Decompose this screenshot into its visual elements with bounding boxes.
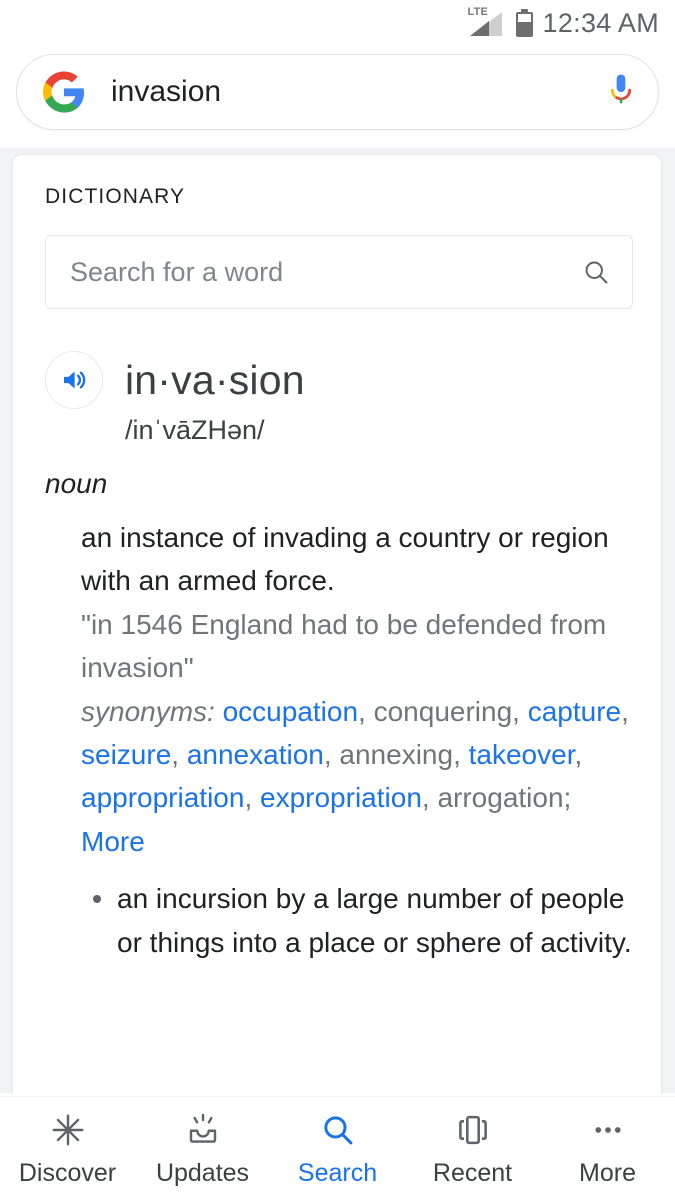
nav-label: Discover [18, 1158, 117, 1187]
sense-block: an instance of invading a country or reg… [45, 516, 633, 998]
word-search-field[interactable]: Search for a word [45, 235, 633, 309]
clipped-example-text [81, 968, 633, 998]
results-area: DICTIONARY Search for a word in·va·sion … [0, 148, 675, 1093]
additional-senses: an incursion by a large number of people… [81, 877, 633, 964]
clock-label: 12:34 AM [542, 7, 659, 38]
microphone-icon[interactable] [606, 71, 636, 113]
speaker-audio-icon[interactable] [45, 351, 103, 409]
nav-label: Search [297, 1158, 378, 1187]
synonym-term: conquering [373, 695, 513, 727]
nav-item-more[interactable]: More [540, 1110, 675, 1188]
search-icon [320, 1110, 356, 1150]
google-g-logo-icon [43, 71, 85, 113]
dictionary-card: DICTIONARY Search for a word in·va·sion … [12, 154, 662, 1093]
definition-text: an instance of invading a country or reg… [81, 522, 609, 597]
section-label: DICTIONARY [45, 185, 186, 208]
nav-label: More [579, 1158, 636, 1187]
nav-label: Updates [155, 1158, 250, 1187]
synonyms-block: synonyms: occupation, conquering, captur… [81, 690, 633, 864]
synonym-term[interactable]: capture [528, 696, 621, 727]
synonym-term[interactable]: expropriation [260, 782, 422, 813]
synonym-term: annexing [339, 738, 454, 770]
synonyms-label: synonyms: [81, 695, 215, 727]
synonym-term[interactable]: takeover [469, 739, 575, 770]
synonym-term[interactable]: annexation [187, 739, 324, 770]
nav-label: Recent [432, 1158, 513, 1187]
asterisk-icon [50, 1110, 86, 1150]
part-of-speech: noun [45, 468, 108, 499]
battery-fill [517, 22, 531, 35]
inbox-tray-icon [185, 1110, 221, 1150]
signal-bars-filled [469, 21, 489, 36]
nav-item-updates[interactable]: Updates [135, 1110, 270, 1188]
synonym-term: arrogation [437, 782, 564, 814]
nav-item-recent[interactable]: Recent [405, 1110, 540, 1188]
battery-icon [515, 9, 533, 37]
list-item: an incursion by a large number of people… [81, 877, 633, 964]
status-bar: LTE 12:34 AM [0, 0, 675, 46]
synonym-term[interactable]: seizure [81, 739, 171, 770]
word-search-placeholder[interactable]: Search for a word [70, 257, 582, 288]
nav-item-search[interactable]: Search [270, 1110, 405, 1188]
headword: in·va·sion [125, 356, 305, 403]
synonyms-more-link[interactable]: More [81, 826, 145, 857]
signal-bars-icon: LTE [468, 7, 506, 38]
nav-item-discover[interactable]: Discover [0, 1110, 135, 1188]
bottom-navigation-bar: Discover Updates Search Recent More [0, 1096, 675, 1200]
synonym-term[interactable]: appropriation [81, 782, 244, 813]
headword-row: in·va·sion [45, 351, 633, 409]
example-text: "in 1546 England had to be defended from… [81, 608, 607, 684]
search-bar-container: invasion [0, 46, 675, 148]
search-icon[interactable] [582, 258, 610, 286]
ellipsis-icon [590, 1110, 626, 1150]
synonym-term[interactable]: occupation [223, 696, 358, 727]
bullet-dot [93, 895, 101, 904]
phone-screen: LTE 12:34 AM invasion DICTIONARY Search … [0, 0, 675, 1200]
phonetic-transcription: /inˈvāZHən/ [125, 415, 265, 445]
definition-text: an incursion by a large number of people… [117, 883, 632, 958]
search-input[interactable]: invasion [111, 75, 606, 109]
search-bar[interactable]: invasion [16, 54, 659, 130]
recent-cards-icon [455, 1110, 491, 1150]
